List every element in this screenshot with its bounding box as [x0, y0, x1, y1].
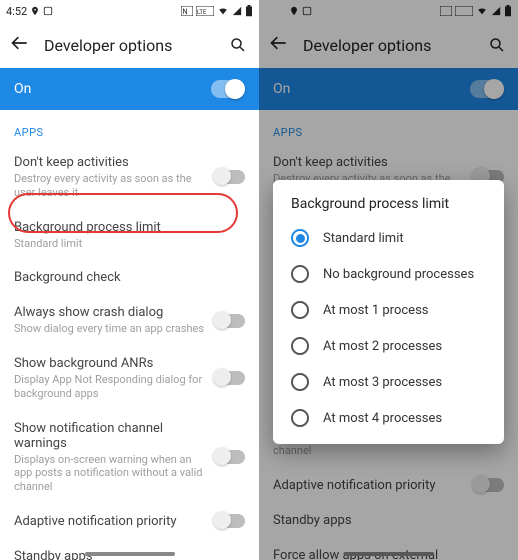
pane-left: 4:52 N LTE Developer options On APPS: [0, 0, 259, 560]
item-subtitle: Displays on-screen warning when an app p…: [14, 453, 205, 494]
toggle-switch[interactable]: [215, 170, 245, 184]
volte-icon: LTE: [196, 6, 214, 16]
option-at-most-4[interactable]: At most 4 processes: [279, 400, 498, 436]
item-title: Don't keep activities: [14, 155, 205, 170]
radio-icon: [291, 301, 309, 319]
item-subtitle: Show dialog every time an app crashes: [14, 322, 205, 336]
wifi-icon: [476, 6, 488, 16]
volte-icon: [455, 6, 473, 16]
toggle-switch[interactable]: [215, 371, 245, 385]
battery-icon: [504, 5, 512, 17]
item-crash-dialog[interactable]: Always show crash dialog Show dialog eve…: [0, 295, 259, 346]
dialog-background-process-limit: Background process limit Standard limit …: [273, 180, 504, 444]
radio-icon: [291, 265, 309, 283]
toggle-switch[interactable]: [215, 314, 245, 328]
page-title: Developer options: [44, 36, 213, 55]
option-label: At most 4 processes: [323, 411, 442, 426]
nav-handle[interactable]: [85, 552, 175, 556]
item-standby-apps[interactable]: Standby apps: [0, 539, 259, 560]
status-time: 4:52: [6, 5, 27, 18]
item-dont-keep-activities[interactable]: Don't keep activities Destroy every acti…: [0, 145, 259, 210]
status-bar: 4:52: [259, 0, 518, 22]
item-background-check[interactable]: Background check: [0, 260, 259, 295]
item-title: Background check: [14, 270, 245, 285]
nfc-icon: [440, 6, 452, 16]
item-background-process-limit[interactable]: Background process limit Standard limit: [0, 210, 259, 261]
signal-icon: [232, 6, 242, 16]
master-toggle-row[interactable]: On: [259, 68, 518, 110]
item-adaptive-priority[interactable]: Adaptive notification priority: [259, 468, 518, 503]
back-icon[interactable]: [269, 33, 289, 57]
option-label: At most 1 process: [323, 303, 429, 318]
search-button[interactable]: [486, 34, 508, 56]
item-subtitle: Destroy every activity as soon as the us…: [14, 172, 205, 200]
search-icon: [488, 36, 506, 54]
option-label: No background processes: [323, 267, 474, 282]
item-title: Always show crash dialog: [14, 305, 205, 320]
pane-right: 4:52 Developer options On APPS: [259, 0, 518, 560]
master-toggle-label: On: [273, 81, 290, 97]
item-title: Don't keep activities: [273, 155, 464, 170]
master-toggle-label: On: [14, 81, 31, 97]
option-no-background[interactable]: No background processes: [279, 256, 498, 292]
option-label: At most 3 processes: [323, 375, 442, 390]
app-icon: [302, 6, 312, 16]
dialog-title: Background process limit: [279, 196, 498, 220]
page-title: Developer options: [303, 36, 472, 55]
battery-icon: [245, 5, 253, 17]
item-adaptive-priority[interactable]: Adaptive notification priority: [0, 504, 259, 539]
toggle-switch[interactable]: [474, 478, 504, 492]
nfc-icon: N: [181, 6, 193, 16]
section-apps: APPS: [259, 110, 518, 145]
radio-icon: [291, 373, 309, 391]
radio-icon: [291, 229, 309, 247]
location-icon: [30, 6, 40, 16]
option-at-most-2[interactable]: At most 2 processes: [279, 328, 498, 364]
app-icon: [43, 6, 53, 16]
item-title: Background process limit: [14, 220, 245, 235]
item-subtitle: Standard limit: [14, 237, 245, 251]
item-subtitle: Display App Not Responding dialog for ba…: [14, 373, 205, 401]
item-title: Show notification channel warnings: [14, 421, 205, 451]
option-at-most-3[interactable]: At most 3 processes: [279, 364, 498, 400]
item-title: Standby apps: [273, 513, 504, 528]
radio-icon: [291, 337, 309, 355]
toggle-switch[interactable]: [215, 450, 245, 464]
back-icon[interactable]: [10, 33, 30, 57]
master-toggle-switch[interactable]: [470, 80, 504, 98]
app-bar: Developer options: [259, 22, 518, 68]
toggle-switch[interactable]: [215, 514, 245, 528]
svg-text:N: N: [183, 8, 188, 16]
option-label: At most 2 processes: [323, 339, 442, 354]
search-icon: [229, 36, 247, 54]
option-at-most-1[interactable]: At most 1 process: [279, 292, 498, 328]
item-background-anrs[interactable]: Show background ANRs Display App Not Res…: [0, 346, 259, 411]
section-apps: APPS: [0, 110, 259, 145]
location-icon: [289, 6, 299, 16]
master-toggle-row[interactable]: On: [0, 68, 259, 110]
app-bar: Developer options: [0, 22, 259, 68]
option-label: Standard limit: [323, 231, 404, 246]
item-title: Adaptive notification priority: [273, 478, 464, 493]
signal-icon: [491, 6, 501, 16]
status-bar: 4:52 N LTE: [0, 0, 259, 22]
option-standard-limit[interactable]: Standard limit: [279, 220, 498, 256]
item-title: Show background ANRs: [14, 356, 205, 371]
search-button[interactable]: [227, 34, 249, 56]
item-standby-apps[interactable]: Standby apps: [259, 503, 518, 538]
item-title: Adaptive notification priority: [14, 514, 205, 529]
master-toggle-switch[interactable]: [211, 80, 245, 98]
item-notification-warnings[interactable]: Show notification channel warnings Displ…: [0, 411, 259, 504]
svg-text:LTE: LTE: [197, 9, 207, 16]
nav-handle[interactable]: [344, 552, 434, 556]
wifi-icon: [217, 6, 229, 16]
item-force-external[interactable]: Force allow apps on external Makes any a…: [259, 538, 518, 560]
radio-icon: [291, 409, 309, 427]
